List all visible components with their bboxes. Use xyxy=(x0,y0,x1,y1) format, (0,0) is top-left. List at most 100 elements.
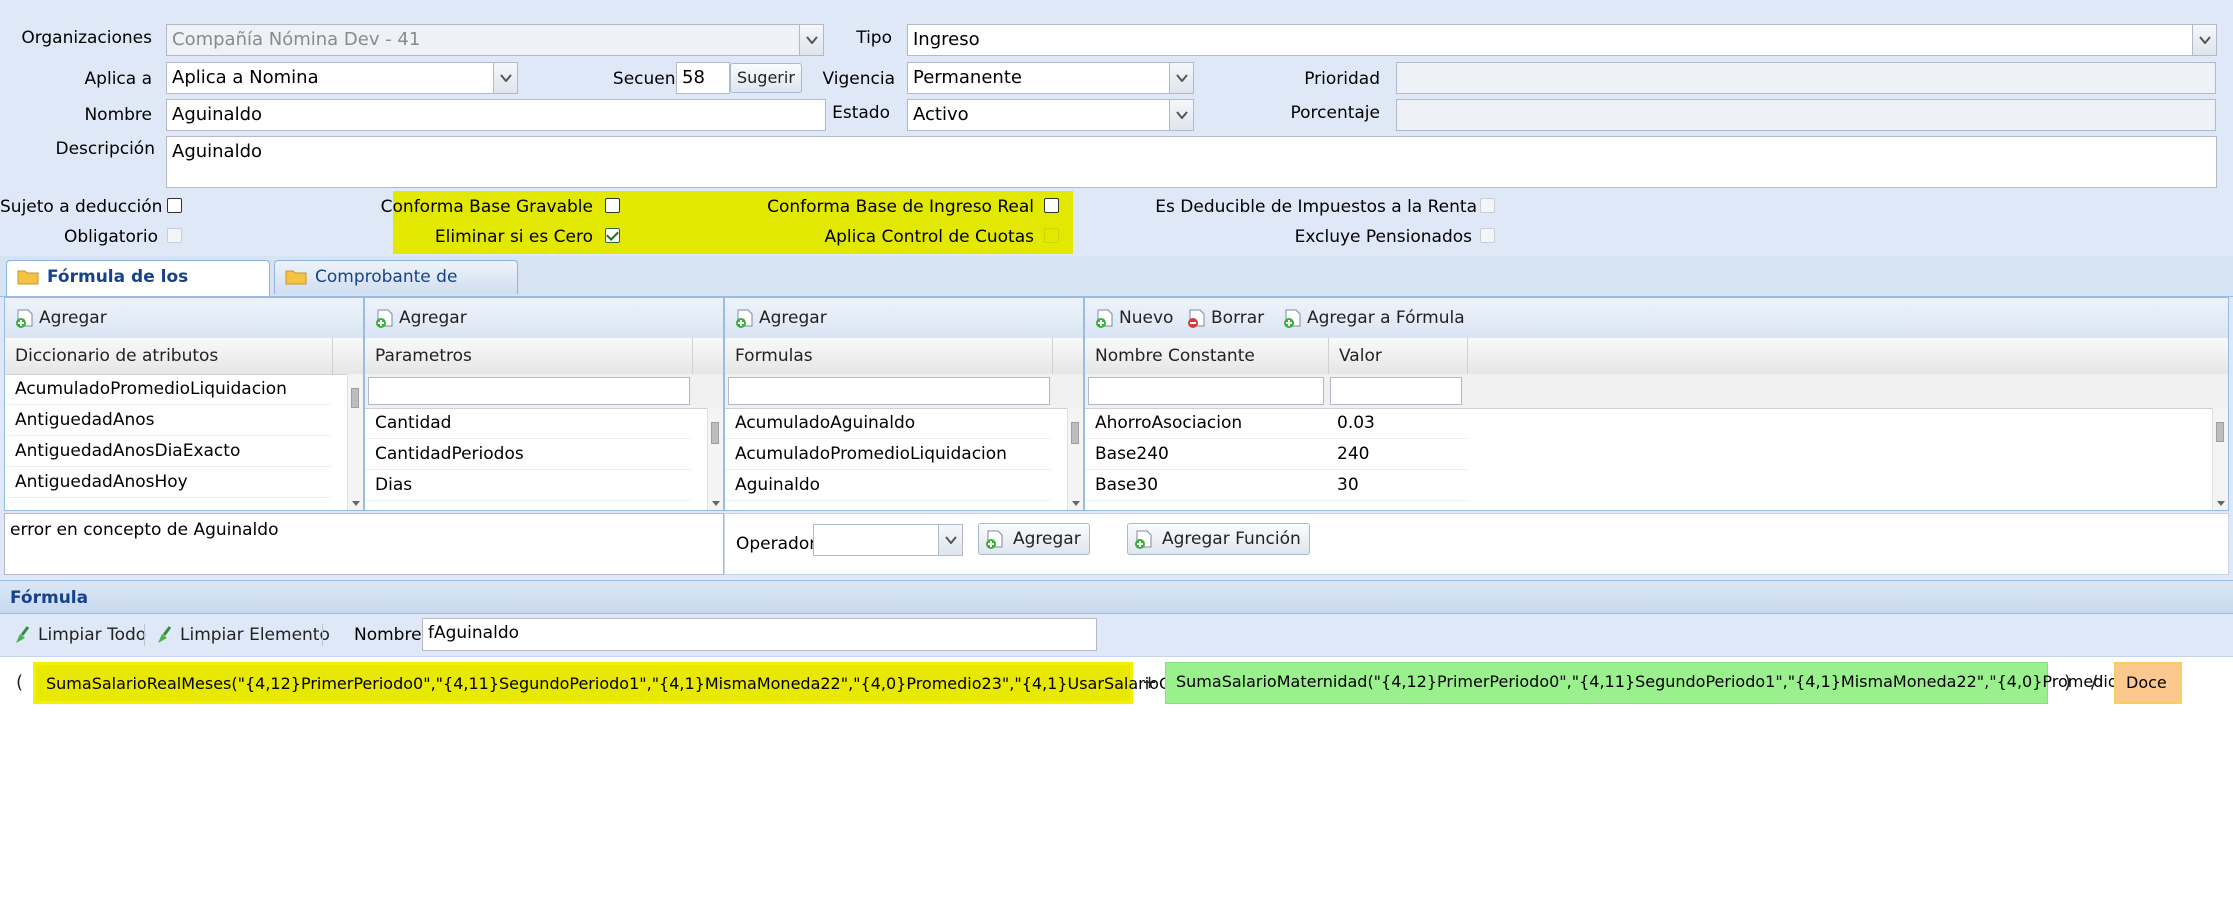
chevron-down-icon[interactable] xyxy=(493,63,517,93)
params-scrollbar[interactable] xyxy=(707,408,723,510)
params-header: Parametros xyxy=(365,338,723,375)
constant-name-filter-input[interactable] xyxy=(1088,377,1324,405)
clear-element-button[interactable]: Limpiar Elemento xyxy=(152,614,330,656)
dictionary-header: Diccionario de atributos xyxy=(5,338,363,375)
table-row[interactable]: Base240 240 xyxy=(1085,439,1468,470)
vigencia-combo[interactable]: Permanente xyxy=(907,62,1194,94)
list-item[interactable]: Aguinaldo xyxy=(725,470,1051,501)
add-label: Agregar xyxy=(399,308,467,328)
vigencia-value: Permanente xyxy=(913,67,1022,88)
scroll-thumb[interactable] xyxy=(711,422,719,444)
add-icon xyxy=(16,309,33,328)
constant-value-filter-input[interactable] xyxy=(1330,377,1462,405)
table-row[interactable]: Base30 30 xyxy=(1085,470,1468,501)
formula-element-chip[interactable]: SumaSalarioMaternidad("{4,12}PrimerPerio… xyxy=(1165,662,2152,704)
list-item[interactable]: AcumuladoAguinaldo xyxy=(725,408,1051,439)
formulas-header: Formulas xyxy=(725,338,1083,375)
secuencia-input[interactable]: 58 xyxy=(676,62,730,94)
table-row[interactable]: AhorroAsociacion 0.03 xyxy=(1085,408,1468,439)
sujeto-checkbox[interactable] xyxy=(167,198,182,213)
plus-operator[interactable]: + xyxy=(1142,662,1157,704)
tipo-label: Tipo xyxy=(856,28,892,48)
dictionary-column-header[interactable]: Diccionario de atributos xyxy=(5,338,333,374)
list-item[interactable]: Dias xyxy=(365,470,691,501)
chevron-down-icon[interactable] xyxy=(1169,63,1193,93)
dictionary-scrollbar[interactable] xyxy=(347,374,363,510)
nombre-input[interactable]: Aguinaldo xyxy=(166,99,826,131)
constant-name-column-header[interactable]: Nombre Constante xyxy=(1085,338,1329,374)
list-item[interactable]: AntiguedadAnosDiaExacto xyxy=(5,436,331,467)
folder-icon xyxy=(17,270,39,285)
scroll-down-icon[interactable] xyxy=(1072,501,1080,506)
formulas-column-header[interactable]: Formulas xyxy=(725,338,1053,374)
formulas-toolbar: Agregar xyxy=(725,298,1083,339)
add-to-formula-label: Agregar a Fórmula xyxy=(1307,308,1465,328)
scroll-down-icon[interactable] xyxy=(2217,501,2225,506)
scroll-thumb[interactable] xyxy=(1071,422,1079,444)
clear-all-button[interactable]: Limpiar Todo xyxy=(10,614,146,656)
organizaciones-label: Organizaciones xyxy=(21,28,152,48)
broom-icon xyxy=(16,626,30,643)
constant-name-cell: AhorroAsociacion xyxy=(1095,413,1243,433)
constants-add-to-formula-button[interactable]: Agregar a Fórmula xyxy=(1279,298,1465,338)
params-filter-input[interactable] xyxy=(368,377,690,405)
scroll-thumb[interactable] xyxy=(351,388,359,408)
params-column-header[interactable]: Parametros xyxy=(365,338,693,374)
add-label: Agregar xyxy=(39,308,107,328)
formula-name-input[interactable]: fAguinaldo xyxy=(422,618,1097,651)
chevron-down-icon[interactable] xyxy=(938,525,962,555)
formulas-filter-input[interactable] xyxy=(728,377,1050,405)
add-label: Agregar xyxy=(1013,529,1081,549)
formula-element-chip[interactable]: Doce xyxy=(2114,662,2182,704)
conforma-base-checkbox[interactable] xyxy=(605,198,620,213)
constant-name-cell: Base240 xyxy=(1095,444,1169,464)
constants-delete-button[interactable]: Borrar xyxy=(1183,298,1264,338)
constants-scrollbar[interactable] xyxy=(2212,408,2228,510)
chevron-down-icon[interactable] xyxy=(2192,25,2216,55)
operator-add-button[interactable]: Agregar xyxy=(978,523,1090,555)
list-item[interactable]: AcumuladoPromedioLiquidacion xyxy=(5,374,331,405)
constant-value-column-header[interactable]: Valor xyxy=(1329,338,1468,374)
aplica-combo[interactable]: Aplica a Nomina xyxy=(166,62,518,94)
tab-formula-conceptos[interactable]: Fórmula de los conceptos xyxy=(6,260,270,319)
list-item[interactable]: AntiguedadAnos xyxy=(5,405,331,436)
new-label: Nuevo xyxy=(1119,308,1174,328)
open-paren: ( xyxy=(16,672,24,693)
conforma-ingreso-checkbox[interactable] xyxy=(1044,198,1059,213)
formulas-add-button[interactable]: Agregar xyxy=(731,298,827,338)
params-panel: Agregar Parametros Cantidad CantidadPeri… xyxy=(364,297,724,511)
folder-icon xyxy=(285,270,307,285)
tab-comprobante[interactable]: Comprobante de Fórmulas xyxy=(274,260,518,319)
scroll-thumb[interactable] xyxy=(2216,422,2224,442)
formula-section-title: Fórmula xyxy=(0,580,2233,614)
toolbar-separator xyxy=(144,624,145,646)
nombre-label: Nombre xyxy=(84,105,152,125)
dictionary-add-button[interactable]: Agregar xyxy=(11,298,107,338)
list-item[interactable]: Cantidad xyxy=(365,408,691,439)
scroll-down-icon[interactable] xyxy=(712,501,720,506)
divide-operator[interactable]: / xyxy=(2091,662,2097,704)
add-icon xyxy=(736,309,753,328)
descripcion-textarea[interactable]: Aguinaldo xyxy=(166,136,2217,188)
add-function-button[interactable]: Agregar Función xyxy=(1127,523,1310,555)
formulas-panel: Agregar Formulas AcumuladoAguinaldo Acum… xyxy=(724,297,1084,511)
estado-combo[interactable]: Activo xyxy=(907,99,1194,131)
sugerir-button[interactable]: Sugerir xyxy=(730,63,802,93)
params-add-button[interactable]: Agregar xyxy=(371,298,467,338)
formula-element-chip[interactable]: SumaSalarioRealMeses("{4,12}PrimerPeriod… xyxy=(33,662,1255,704)
dictionary-toolbar: Agregar xyxy=(5,298,363,339)
dictionary-panel: Agregar Diccionario de atributos Acumula… xyxy=(4,297,364,511)
params-toolbar: Agregar xyxy=(365,298,723,339)
vigencia-label: Vigencia xyxy=(822,69,896,89)
scroll-down-icon[interactable] xyxy=(352,501,360,506)
eliminar-cero-checkbox[interactable] xyxy=(605,228,620,243)
constants-new-button[interactable]: Nuevo xyxy=(1091,298,1173,338)
constants-toolbar: Nuevo Borrar Agregar a Fórmula xyxy=(1085,298,2228,339)
operator-combo[interactable] xyxy=(813,524,963,556)
list-item[interactable]: CantidadPeriodos xyxy=(365,439,691,470)
list-item[interactable]: AntiguedadAnosHoy xyxy=(5,467,331,498)
formulas-scrollbar[interactable] xyxy=(1067,408,1083,510)
tipo-combo[interactable]: Ingreso xyxy=(907,24,2217,56)
chevron-down-icon[interactable] xyxy=(1169,100,1193,130)
list-item[interactable]: AcumuladoPromedioLiquidacion xyxy=(725,439,1051,470)
